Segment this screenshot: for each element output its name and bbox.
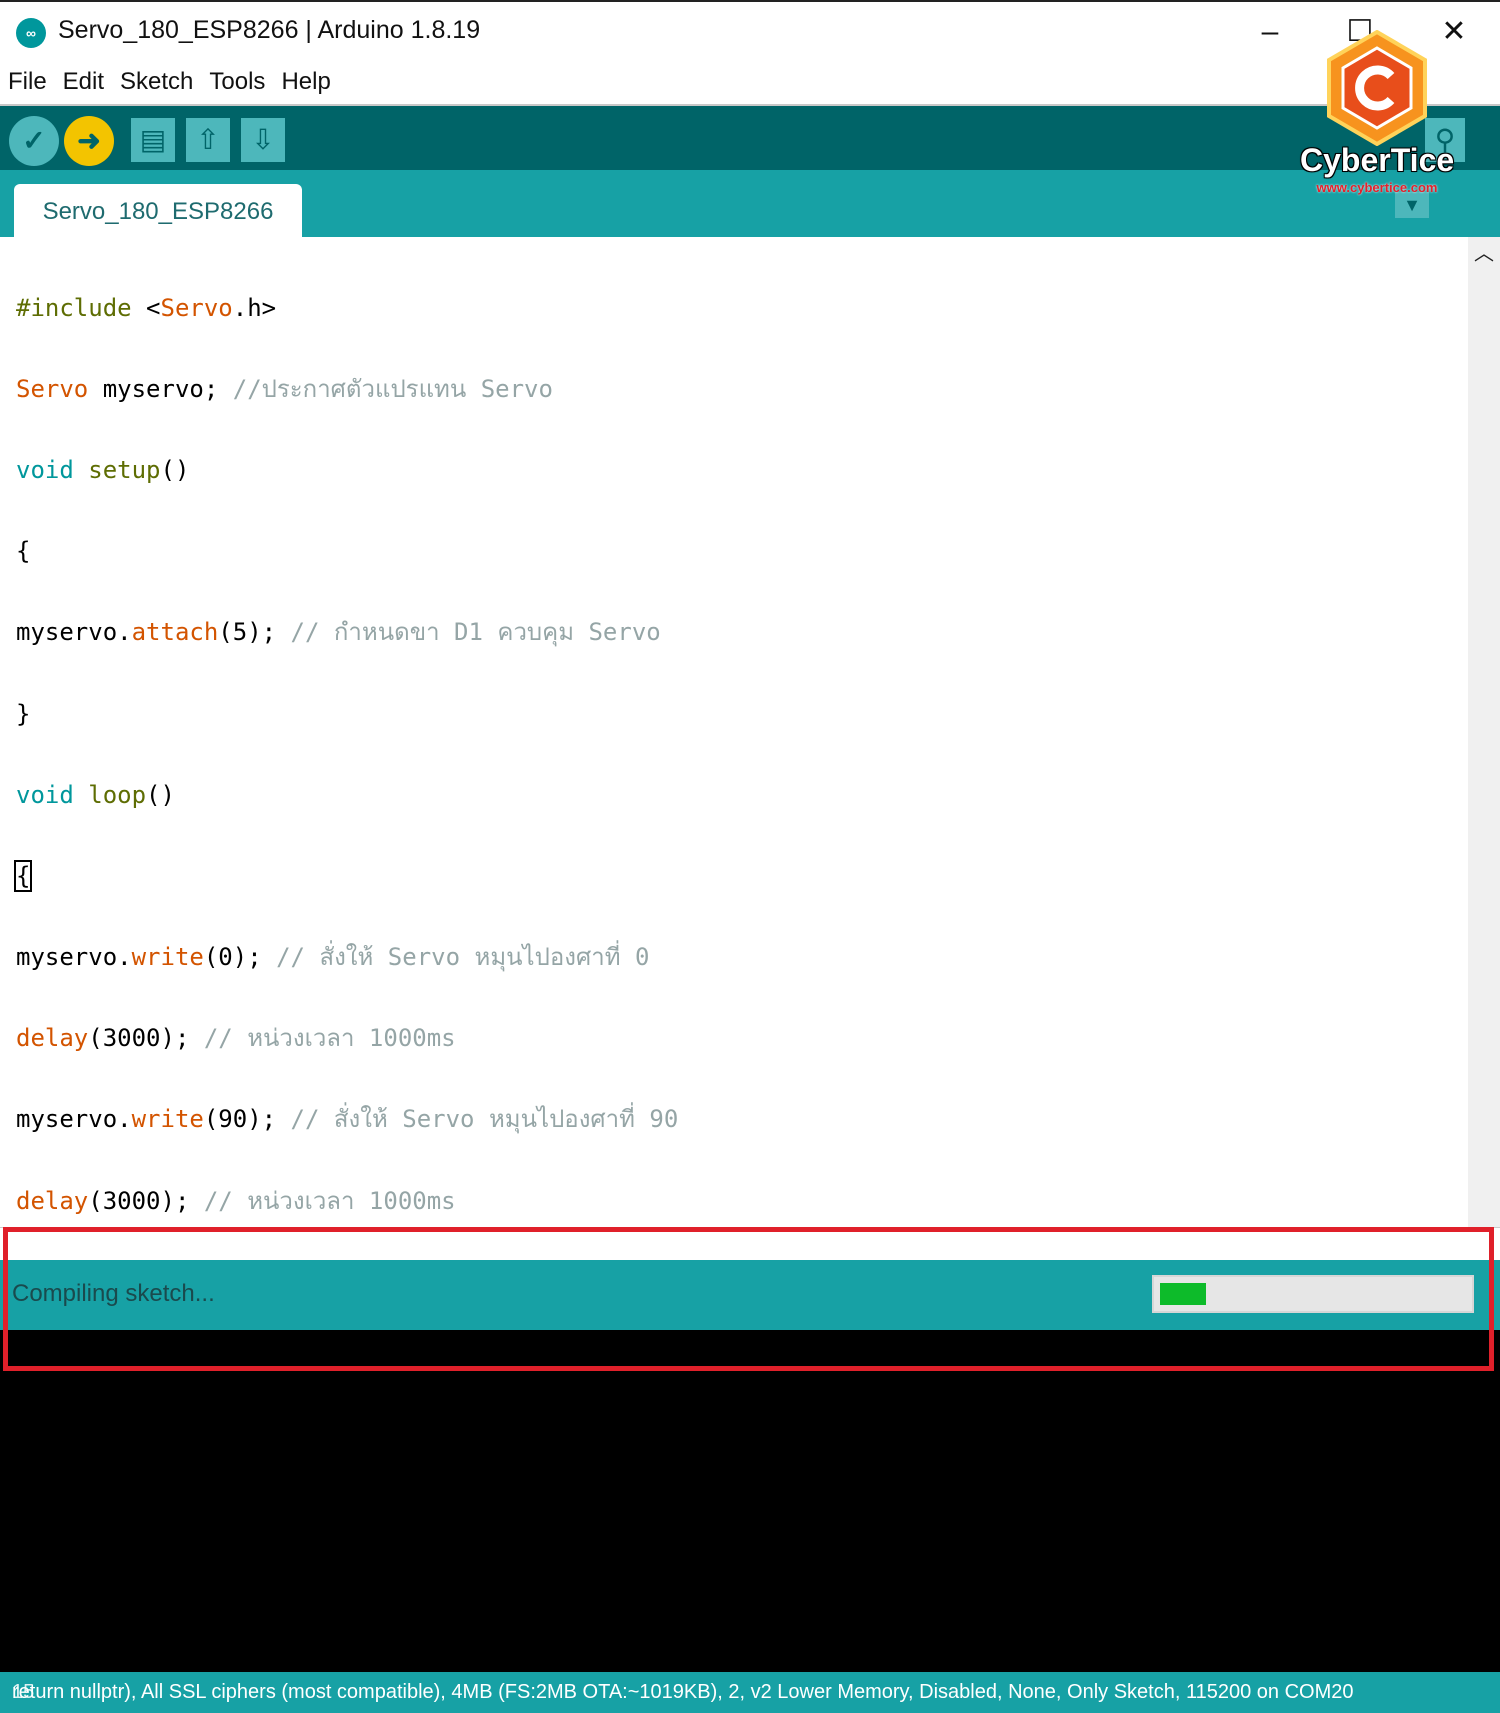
cybertice-logo: CyberTice www.cybertice.com (1300, 30, 1454, 196)
code-line: myservo.write(0); // สั่งให้ Servo หมุนไ… (16, 943, 650, 972)
cybertice-name: CyberTice (1300, 142, 1455, 178)
code-line: myservo.attach(5); // กำหนดขา D1 ควบคุม … (16, 618, 661, 647)
code-line: { (13, 856, 707, 897)
board-info-text: return nullptr), All SSL ciphers (most c… (12, 1681, 1354, 1703)
verify-button[interactable]: ✓ (9, 116, 59, 166)
upload-button[interactable]: ➜ (64, 116, 114, 166)
output-console[interactable] (0, 1330, 1500, 1672)
code-line: } (16, 699, 31, 728)
menu-sketch[interactable]: Sketch (112, 60, 201, 96)
code-editor[interactable]: #include <Servo.h> Servo myservo; //ประก… (0, 237, 1468, 1458)
code-line: #include <Servo.h> (16, 293, 277, 322)
arduino-logo-icon: ∞ (16, 18, 46, 48)
board-info-footer: 15 return nullptr), All SSL ciphers (mos… (0, 1672, 1500, 1713)
code-line: delay(3000); // หน่วงเวลา 1000ms (16, 1024, 456, 1053)
editor-scrollbar[interactable]: ︿ (1468, 237, 1500, 1227)
window-title: Servo_180_ESP8266 | Arduino 1.8.19 (58, 16, 481, 44)
open-sketch-button[interactable]: ⇧ (186, 118, 230, 162)
code-line: myservo.write(90); // สั่งให้ Servo หมุน… (16, 1105, 679, 1134)
code-line: Servo myservo; //ประกาศตัวแปรแทน Servo (16, 374, 553, 403)
code-line: void setup() (16, 455, 190, 484)
code-line: delay(3000); // หน่วงเวลา 1000ms (16, 1186, 456, 1215)
menu-bar: File Edit Sketch Tools Help (0, 60, 1500, 106)
code-line: void loop() (16, 780, 175, 809)
highlight-box (3, 1227, 1494, 1371)
menu-tools[interactable]: Tools (201, 60, 273, 96)
menu-edit[interactable]: Edit (55, 60, 112, 96)
title-bar: ∞ Servo_180_ESP8266 | Arduino 1.8.19 – ☐… (0, 0, 1500, 60)
tab-bar: Servo_180_ESP8266 ▼ (0, 170, 1500, 237)
code-line: { (16, 537, 31, 566)
menu-file[interactable]: File (0, 60, 55, 96)
toolbar: ✓ ➜ ▤ ⇧ ⇩ ⚲ (0, 106, 1500, 170)
cybertice-url: www.cybertice.com (1316, 180, 1438, 195)
minimize-icon[interactable]: – (1250, 12, 1290, 52)
scroll-up-chevron-icon[interactable]: ︿ (1468, 237, 1500, 271)
menu-help[interactable]: Help (273, 60, 338, 96)
text-cursor: { (13, 859, 33, 892)
cybertice-hexagon-icon (1327, 30, 1427, 146)
tab-sketch[interactable]: Servo_180_ESP8266 (14, 184, 302, 237)
save-sketch-button[interactable]: ⇩ (241, 118, 285, 162)
new-sketch-button[interactable]: ▤ (131, 118, 175, 162)
